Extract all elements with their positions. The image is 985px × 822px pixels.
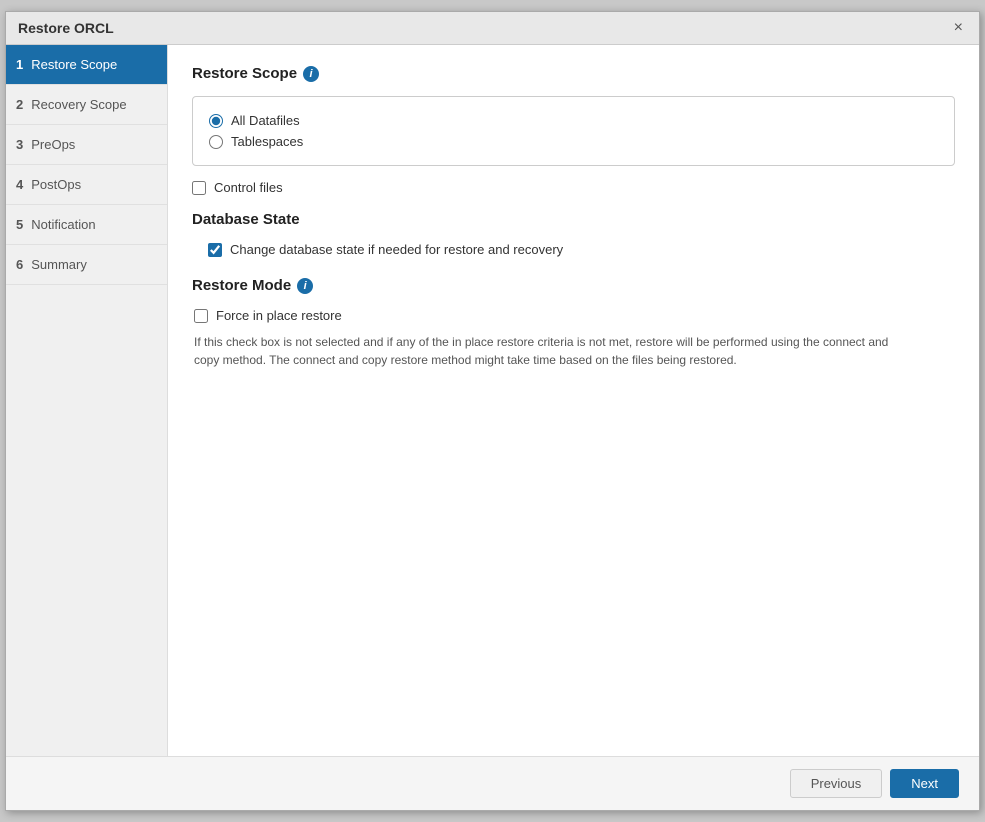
sidebar-item-number-1: 1 [16, 57, 23, 72]
sidebar-item-notification[interactable]: 5 Notification [6, 205, 167, 245]
dialog-footer: Previous Next [6, 756, 979, 810]
database-state-title: Database State [192, 211, 955, 228]
sidebar: 1 Restore Scope 2 Recovery Scope 3 PreOp… [6, 45, 168, 756]
sidebar-item-label-6: Summary [31, 257, 87, 272]
sidebar-item-label-3: PreOps [31, 137, 75, 152]
restore-scope-radio-group: All Datafiles Tablespaces [192, 96, 955, 166]
sidebar-item-recovery-scope[interactable]: 2 Recovery Scope [6, 85, 167, 125]
dialog-body: 1 Restore Scope 2 Recovery Scope 3 PreOp… [6, 45, 979, 756]
restore-dialog: Restore ORCL × 1 Restore Scope 2 Recover… [5, 11, 980, 811]
sidebar-item-number-5: 5 [16, 217, 23, 232]
sidebar-item-number-6: 6 [16, 257, 23, 272]
restore-mode-title: Restore Mode i [192, 277, 955, 294]
restore-scope-title: Restore Scope i [192, 65, 955, 82]
database-state-section: Database State Change database state if … [192, 211, 955, 257]
db-state-checkbox-option[interactable]: Change database state if needed for rest… [208, 242, 955, 257]
tablespaces-radio[interactable] [209, 135, 223, 149]
all-datafiles-label[interactable]: All Datafiles [231, 113, 300, 128]
sidebar-item-preops[interactable]: 3 PreOps [6, 125, 167, 165]
sidebar-item-number-4: 4 [16, 177, 23, 192]
sidebar-item-number-3: 3 [16, 137, 23, 152]
force-restore-label[interactable]: Force in place restore [216, 308, 342, 323]
db-state-label[interactable]: Change database state if needed for rest… [230, 242, 563, 257]
sidebar-item-label-4: PostOps [31, 177, 81, 192]
main-content: Restore Scope i All Datafiles Tablespace… [168, 45, 979, 756]
control-files-option[interactable]: Control files [192, 180, 955, 195]
restore-scope-title-text: Restore Scope [192, 65, 297, 82]
radio-option-all-datafiles[interactable]: All Datafiles [209, 113, 938, 128]
sidebar-item-label-1: Restore Scope [31, 57, 117, 72]
sidebar-item-label-5: Notification [31, 217, 95, 232]
previous-button[interactable]: Previous [790, 769, 883, 798]
restore-mode-section: Restore Mode i Force in place restore If… [192, 277, 955, 369]
restore-scope-info-icon[interactable]: i [303, 66, 319, 82]
sidebar-item-summary[interactable]: 6 Summary [6, 245, 167, 285]
all-datafiles-radio[interactable] [209, 114, 223, 128]
db-state-checkbox[interactable] [208, 243, 222, 257]
close-button[interactable]: × [950, 20, 967, 36]
database-state-title-text: Database State [192, 211, 300, 228]
tablespaces-label[interactable]: Tablespaces [231, 134, 303, 149]
force-restore-option[interactable]: Force in place restore [194, 308, 955, 323]
restore-mode-help-text: If this check box is not selected and if… [194, 333, 914, 369]
dialog-header: Restore ORCL × [6, 12, 979, 45]
restore-mode-info-icon[interactable]: i [297, 278, 313, 294]
sidebar-item-number-2: 2 [16, 97, 23, 112]
radio-option-tablespaces[interactable]: Tablespaces [209, 134, 938, 149]
restore-mode-title-text: Restore Mode [192, 277, 291, 294]
sidebar-item-postops[interactable]: 4 PostOps [6, 165, 167, 205]
dialog-title: Restore ORCL [18, 20, 114, 36]
control-files-checkbox[interactable] [192, 181, 206, 195]
sidebar-item-label-2: Recovery Scope [31, 97, 126, 112]
sidebar-item-restore-scope[interactable]: 1 Restore Scope [6, 45, 167, 85]
control-files-label[interactable]: Control files [214, 180, 283, 195]
force-restore-checkbox[interactable] [194, 309, 208, 323]
next-button[interactable]: Next [890, 769, 959, 798]
